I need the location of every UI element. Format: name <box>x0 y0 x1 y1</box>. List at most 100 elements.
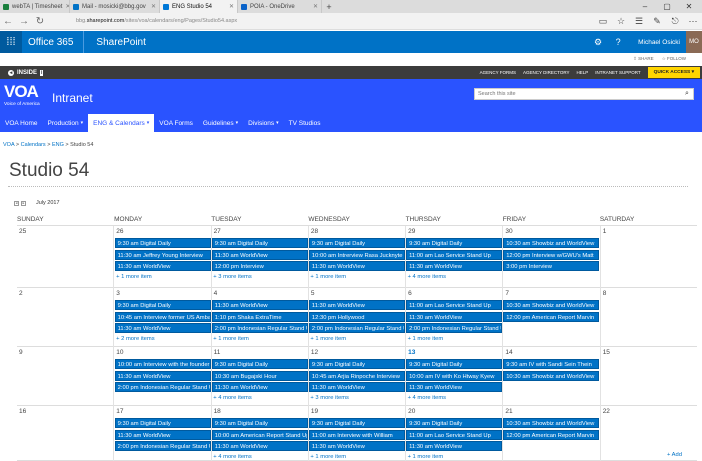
new-tab-button[interactable]: + <box>322 0 336 13</box>
calendar-event[interactable]: 11:30 am WorldView <box>114 429 211 440</box>
app-launcher-icon[interactable]: ⁞⁞⁞ <box>0 31 22 53</box>
calendar-event[interactable]: 11:30 am WorldView <box>114 323 211 333</box>
day-cell[interactable]: 16 <box>17 406 113 461</box>
nav-item[interactable]: Production ▾ <box>43 114 89 132</box>
calendar-event[interactable]: 12:00 pm Interview w/GWU's Matt <box>503 249 600 260</box>
calendar-event[interactable]: 9:30 am Digital Daily <box>308 238 406 248</box>
hub-icon[interactable]: ☰ <box>630 13 648 29</box>
calendar-event[interactable]: 11:30 am WorldView <box>211 249 308 260</box>
calendar-event[interactable]: 10:30 am Showbiz and WorldView <box>503 238 600 248</box>
nav-item[interactable]: ENG & Calendars ▾ <box>88 114 155 132</box>
calendar-event[interactable]: 2:00 pm Indonesian Regular Stand Up <box>308 323 406 333</box>
more-items-link[interactable]: + 1 more item <box>408 336 444 342</box>
calendar-event[interactable]: 3:00 pm Interview <box>503 261 600 271</box>
inside-link[interactable]: ◂ INSIDE i <box>0 69 44 76</box>
nav-item[interactable]: Divisions ▾ <box>243 114 284 132</box>
calendar-event[interactable]: 9:30 am Digital Daily <box>211 418 308 428</box>
calendar-event[interactable]: 11:00 am Lao Service Stand Up <box>406 300 503 310</box>
calendar-event[interactable]: 9:30 am Digital Daily <box>308 359 406 369</box>
day-cell[interactable]: 8 <box>599 288 697 347</box>
calendar-event[interactable]: 11:00 am Lao Service Stand Up <box>406 249 503 260</box>
calendar-event[interactable]: 2:00 pm Indonesian Regular Stand Up <box>406 323 503 333</box>
calendar-event[interactable]: 11:30 am WorldView <box>406 311 503 322</box>
calendar-event[interactable]: 11:30 am WorldView <box>406 441 503 451</box>
more-items-link[interactable]: + 4 more items <box>213 395 252 401</box>
browser-tab-active[interactable]: ENG Studio 54 ✕ <box>160 0 238 13</box>
calendar-event[interactable]: 2:00 pm Indonesian Regular Stand Up <box>211 323 308 333</box>
add-event-link[interactable]: + Add <box>667 452 682 458</box>
close-tab-icon[interactable]: ✕ <box>151 3 156 10</box>
more-items-link[interactable]: + 3 more items <box>310 395 349 401</box>
calendar-event[interactable]: 11:30 am WorldView <box>308 382 406 392</box>
close-window-icon[interactable]: ✕ <box>678 0 700 13</box>
calendar-event[interactable]: 9:30 am Digital Daily <box>114 418 211 428</box>
quick-access-button[interactable]: QUICK ACCESS ▾ <box>647 67 700 78</box>
calendar-event[interactable]: 9:30 am Digital Daily <box>406 359 503 369</box>
calendar-event[interactable]: 12:00 pm American Report Marvin <box>503 311 600 322</box>
more-items-link[interactable]: + 1 more item <box>213 336 249 342</box>
link-agency-forms[interactable]: AGENCY FORMS <box>480 70 516 75</box>
calendar-event[interactable]: 2:00 pm Indonesian Regular Stand Up <box>114 441 211 451</box>
minimize-icon[interactable]: – <box>634 0 656 13</box>
follow-button[interactable]: ☆ FOLLOW <box>662 56 686 62</box>
more-icon[interactable]: ⋯ <box>684 13 702 29</box>
browser-tab[interactable]: webTA | Timesheet ✕ <box>0 0 70 13</box>
more-items-link[interactable]: + 4 more items <box>408 395 447 401</box>
more-items-link[interactable]: + 1 more item <box>116 274 152 280</box>
calendar-event[interactable]: 11:30 am WorldView <box>114 261 211 271</box>
calendar-event[interactable]: 9:30 am Digital Daily <box>406 418 503 428</box>
user-name[interactable]: Michael Osicki <box>628 39 686 46</box>
calendar-event[interactable]: 11:30 am WorldView <box>406 261 503 271</box>
calendar-event[interactable]: 10:00 am Interview with the founder <box>114 359 211 369</box>
close-tab-icon[interactable]: ✕ <box>229 3 234 10</box>
calendar-event[interactable]: 12:00 pm Interview <box>211 261 308 271</box>
calendar-event[interactable]: 9:30 am Digital Daily <box>406 238 503 248</box>
reading-view-icon[interactable]: ▭ <box>594 13 612 29</box>
breadcrumb-calendars[interactable]: Calendars <box>21 142 46 148</box>
calendar-event[interactable]: 11:30 am WorldView <box>114 370 211 381</box>
voa-logo[interactable]: VOA Voice of America <box>4 82 48 112</box>
calendar-event[interactable]: 11:30 am Jeffrey Young Interview <box>114 249 211 260</box>
link-intranet-support[interactable]: INTRANET SUPPORT <box>595 70 640 75</box>
calendar-event[interactable]: 10:00 am American Report Stand Up <box>211 429 308 440</box>
calendar-event[interactable]: 9:30 am IV with Sandi Sein Thein <box>503 359 600 369</box>
calendar-event[interactable]: 11:30 am WorldView <box>308 441 406 451</box>
calendar-event[interactable]: 11:00 am Lao Service Stand Up <box>406 429 503 440</box>
back-icon[interactable]: ← <box>0 13 16 29</box>
previous-month-icon[interactable]: ◂ <box>14 200 19 206</box>
more-items-link[interactable]: + 3 more items <box>213 274 252 280</box>
breadcrumb-eng[interactable]: ENG <box>52 142 64 148</box>
day-cell[interactable]: 25 <box>17 226 113 288</box>
calendar-event[interactable]: 11:30 am WorldView <box>308 261 406 271</box>
day-cell[interactable]: 15 <box>599 347 697 406</box>
calendar-event[interactable]: 11:30 am WorldView <box>308 300 406 310</box>
calendar-event[interactable]: 9:30 am Digital Daily <box>211 238 308 248</box>
nav-item[interactable]: TV Studios <box>284 114 326 132</box>
day-cell[interactable]: 2 <box>17 288 113 347</box>
browser-tab[interactable]: Mail - mosicki@bbg.gov ✕ <box>70 0 160 13</box>
url-field[interactable]: bbg.sharepoint.com/sites/voa/calendars/e… <box>76 18 594 24</box>
search-icon[interactable]: ⌕ <box>681 90 693 98</box>
notes-icon[interactable]: ✎ <box>648 13 666 29</box>
calendar-event[interactable]: 10:00 am IV with Ko Htway Kyew <box>406 370 503 381</box>
breadcrumb-voa[interactable]: VOA <box>3 142 14 148</box>
calendar-event[interactable]: 1:10 pm Shaka ExtraTime <box>211 311 308 322</box>
next-month-icon[interactable]: ▸ <box>21 200 26 206</box>
calendar-event[interactable]: 11:30 am WorldView <box>211 441 308 451</box>
calendar-event[interactable]: 11:30 am WorldView <box>211 382 308 392</box>
calendar-event[interactable]: 10:30 am Showbiz and WorldView <box>503 370 600 381</box>
calendar-event[interactable]: 9:30 am Digital Daily <box>114 238 211 248</box>
calendar-event[interactable]: 2:00 pm Indonesian Regular Stand Up <box>114 382 211 392</box>
calendar-event[interactable]: 10:45 am Interview former US Ambassador <box>114 311 211 322</box>
calendar-event[interactable]: 10:30 am Bugajski Hour <box>211 370 308 381</box>
calendar-event[interactable]: 9:30 am Digital Daily <box>211 359 308 369</box>
nav-item[interactable]: VOA Forms <box>154 114 198 132</box>
help-icon[interactable]: ? <box>608 31 628 53</box>
link-agency-directory[interactable]: AGENCY DIRECTORY <box>523 70 570 75</box>
close-tab-icon[interactable]: ✕ <box>313 3 318 10</box>
calendar-event[interactable]: 10:30 am Showbiz and WorldView <box>503 418 600 428</box>
link-help[interactable]: HELP <box>577 70 589 75</box>
site-title[interactable]: Intranet <box>52 91 93 105</box>
calendar-event[interactable]: 10:30 am Showbiz and WorldView <box>503 300 600 310</box>
day-cell[interactable]: 9 <box>17 347 113 406</box>
